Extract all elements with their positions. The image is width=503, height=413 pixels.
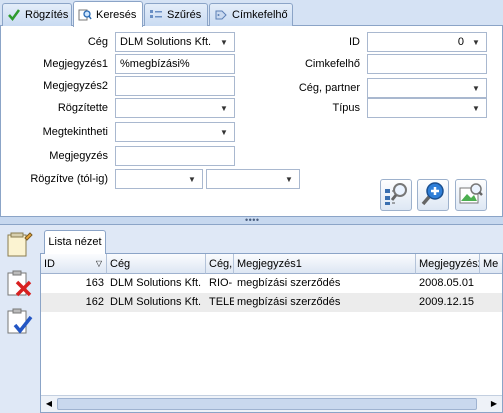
chevron-down-icon[interactable]: ▼ [470, 104, 482, 113]
scrollbar-thumb[interactable] [57, 398, 477, 410]
label-id: ID [349, 36, 360, 48]
picture-search-icon [458, 181, 484, 210]
chevron-down-icon[interactable]: ▼ [218, 104, 230, 113]
tab-label: Rögzítés [25, 9, 69, 21]
cell-megjegyzes2: 2009.12.15 [419, 296, 475, 308]
results-grid: ID ▽ Cég Cég, partner Megjegyzés1 Megjeg… [40, 253, 503, 413]
tipus-combo[interactable]: ▼ [367, 98, 487, 118]
id-value: 0 [457, 36, 464, 48]
label-rogzitette: Rögzítette [57, 102, 108, 114]
cell-id: 162 [85, 296, 104, 308]
cell-ceg: DLM Solutions Kft. [110, 277, 202, 289]
ceg-combo[interactable]: DLM Solutions Kft. ▼ [115, 32, 235, 52]
column-header-ceg[interactable]: Cég [107, 254, 206, 274]
label-cimkefelho: Cimkefelhő [304, 58, 360, 70]
id-spin[interactable]: 0 ▼ [367, 32, 487, 52]
search-paper-icon [78, 8, 92, 22]
cell-partner: RIO- [209, 277, 233, 289]
tab-kereses[interactable]: Keresés [73, 1, 143, 27]
tab-label: Szűrés [167, 9, 202, 21]
label-megjegyzes: Megjegyzés [49, 150, 108, 162]
tab-label: Keresés [96, 8, 137, 21]
cell-megjegyzes1: megbízási szerződés [237, 296, 341, 308]
label-tipus: Típus [332, 102, 360, 114]
label-rogzitve: Rögzítve (tól-ig) [30, 173, 108, 185]
chevron-down-icon[interactable]: ▼ [470, 84, 482, 93]
ceg-partner-combo[interactable]: ▼ [367, 78, 487, 98]
horizontal-scrollbar[interactable]: ◀ ▶ [41, 395, 502, 412]
chevron-down-icon[interactable]: ▼ [218, 38, 230, 47]
label-ceg-partner: Cég, partner [298, 82, 360, 94]
cell-id: 163 [85, 277, 104, 289]
chevron-down-icon[interactable]: ▼ [283, 175, 295, 184]
table-row[interactable]: 162 DLM Solutions Kft. TELE megbízási sz… [41, 293, 502, 312]
megjegyzes-input[interactable] [115, 146, 235, 166]
rogzitette-combo[interactable]: ▼ [115, 98, 235, 118]
cell-ceg: DLM Solutions Kft. [110, 296, 202, 308]
table-row[interactable]: 163 DLM Solutions Kft. RIO- megbízási sz… [41, 274, 502, 293]
approve-record-button[interactable] [3, 306, 35, 338]
label-megjegyzes2: Megjegyzés2 [43, 80, 108, 92]
label-megjegyzes1: Megjegyzés1 [43, 58, 108, 70]
column-header-id[interactable]: ID ▽ [41, 254, 107, 274]
tab-lista-nezet[interactable]: Lista nézet [44, 230, 106, 254]
tab-rogzites[interactable]: Rögzítés [2, 3, 72, 26]
ceg-value: DLM Solutions Kft. [120, 36, 212, 48]
advanced-search-button[interactable] [380, 179, 412, 211]
label-ceg: Cég [87, 36, 108, 48]
clipboard-check-icon [5, 307, 33, 338]
delete-record-button[interactable] [3, 268, 35, 300]
label-megtekintheti: Megtekintheti [42, 126, 108, 138]
scroll-left-icon[interactable]: ◀ [43, 398, 55, 410]
megtekintheti-combo[interactable]: ▼ [115, 122, 235, 142]
tab-label: Címkefelhő [232, 9, 288, 21]
scroll-right-icon[interactable]: ▶ [488, 398, 500, 410]
column-header-megjegyzes2[interactable]: Megjegyzés2 [416, 254, 480, 274]
cell-megjegyzes1: megbízási szerződés [237, 277, 341, 289]
rogzitve-from-date[interactable]: ▼ [115, 169, 203, 189]
check-icon [7, 8, 21, 22]
tab-cimkefelho[interactable]: Címkefelhő [209, 3, 293, 26]
view-image-button[interactable] [455, 179, 487, 211]
megjegyzes2-input[interactable] [115, 76, 235, 96]
tag-cloud-icon [214, 8, 228, 22]
chevron-down-icon[interactable]: ▼ [218, 128, 230, 137]
notepad-pencil-icon [5, 230, 33, 261]
search-button[interactable] [417, 179, 449, 211]
filter-icon [149, 8, 163, 22]
rogzitve-to-date[interactable]: ▼ [206, 169, 300, 189]
sort-descending-icon: ▽ [95, 259, 102, 268]
new-record-button[interactable] [3, 229, 35, 261]
cell-megjegyzes2: 2008.05.01 [419, 277, 475, 289]
cimkefelho-input[interactable] [367, 54, 487, 74]
column-header-label: ID [44, 258, 55, 270]
megjegyzes1-value: %megbízási% [120, 58, 190, 70]
cell-partner: TELE [209, 296, 234, 308]
chevron-down-icon[interactable]: ▼ [186, 175, 198, 184]
clipboard-delete-icon [5, 269, 33, 300]
column-header-extra[interactable]: Me [480, 254, 502, 274]
column-header-megjegyzes1[interactable]: Megjegyzés1 [234, 254, 416, 274]
megjegyzes1-input[interactable]: %megbízási% [115, 54, 235, 74]
column-header-ceg-partner[interactable]: Cég, partner [206, 254, 234, 274]
zoom-in-icon [420, 181, 446, 210]
tree-search-icon [383, 181, 409, 210]
chevron-down-icon[interactable]: ▼ [470, 38, 482, 47]
panel-splitter[interactable]: • • • • [0, 216, 503, 225]
tab-szures[interactable]: Szűrés [144, 3, 208, 26]
